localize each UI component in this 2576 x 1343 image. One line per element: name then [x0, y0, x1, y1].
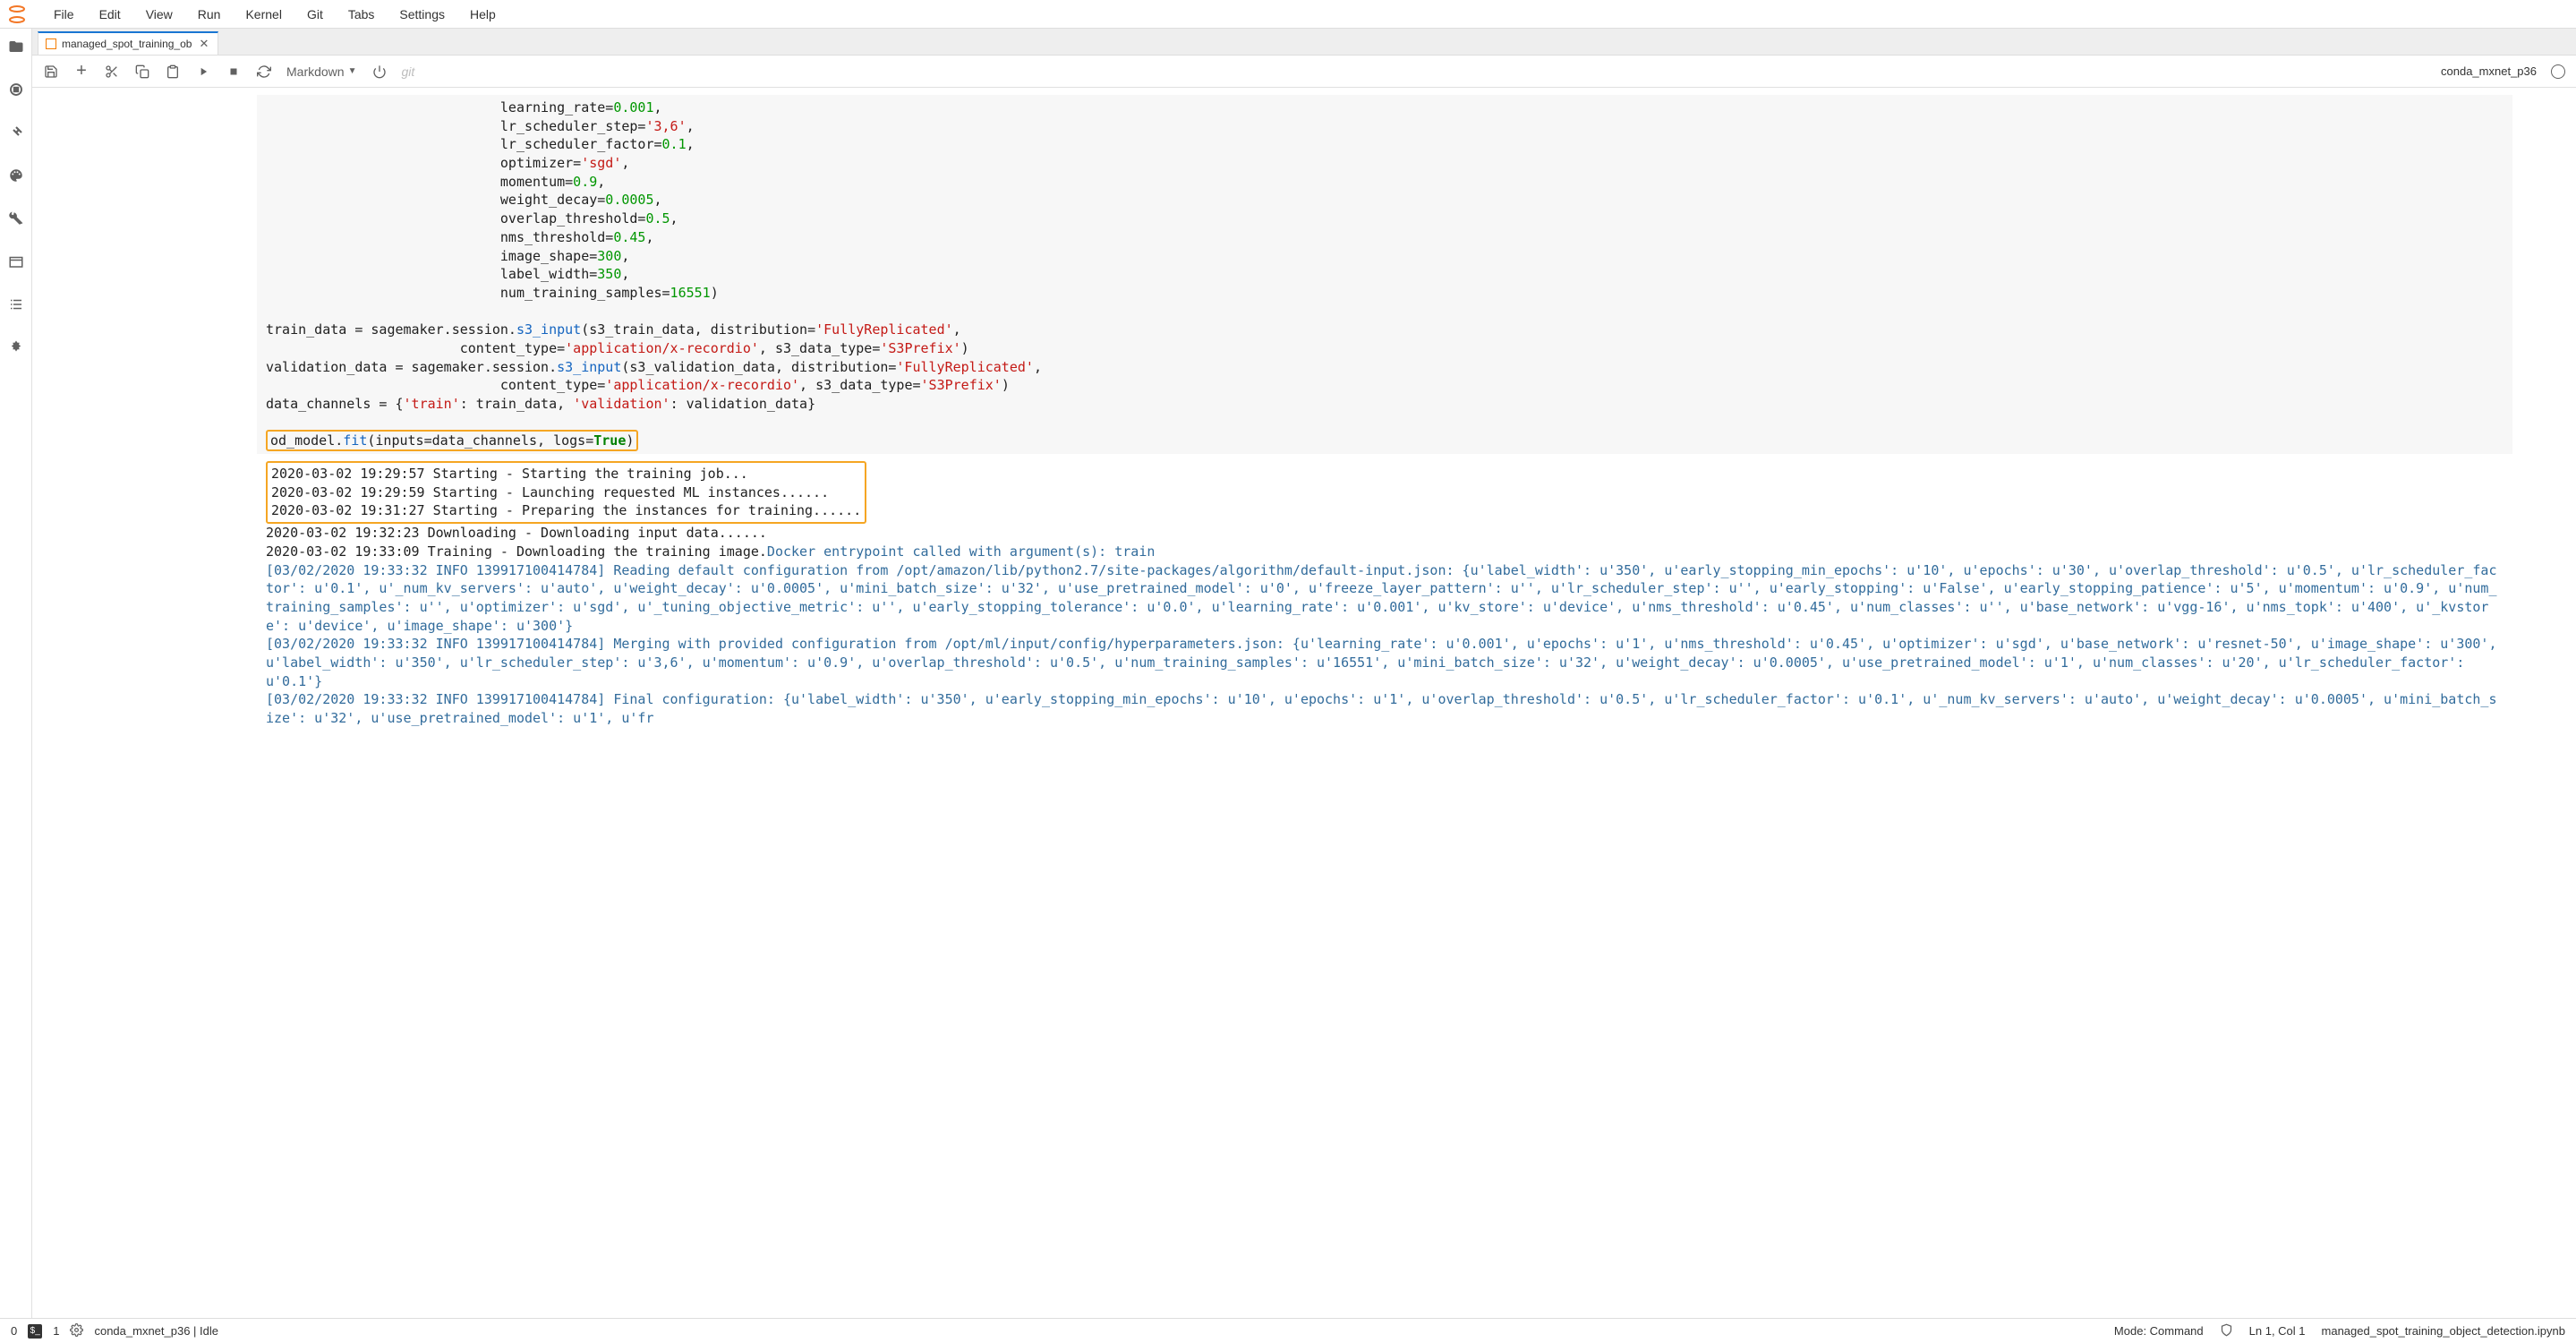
status-one: 1: [53, 1324, 59, 1338]
menu-file[interactable]: File: [41, 2, 87, 27]
tab-title: managed_spot_training_ob: [62, 38, 192, 50]
kernel-status-icon[interactable]: [2551, 64, 2565, 79]
menu-git[interactable]: Git: [294, 2, 336, 27]
menubar: File Edit View Run Kernel Git Tabs Setti…: [0, 0, 2576, 29]
menu-settings[interactable]: Settings: [387, 2, 457, 27]
folder-icon[interactable]: [7, 38, 25, 56]
notebook-doc-icon: [46, 38, 56, 49]
palette-icon[interactable]: [7, 167, 25, 184]
tabbar: managed_spot_training_ob ✕: [32, 29, 2576, 56]
menu-kernel[interactable]: Kernel: [233, 2, 294, 27]
cut-icon[interactable]: [104, 64, 120, 80]
stop-icon[interactable]: [226, 64, 242, 80]
cell-output: 2020-03-02 19:29:57 Starting - Starting …: [257, 459, 2512, 730]
cell-type-label: Markdown: [286, 64, 345, 79]
git-label[interactable]: git: [402, 64, 415, 79]
tabs-icon[interactable]: [7, 252, 25, 270]
statusbar: 0 $_ 1 conda_mxnet_p36 | Idle Mode: Comm…: [0, 1318, 2576, 1343]
extension-icon[interactable]: [7, 338, 25, 356]
save-icon[interactable]: [43, 64, 59, 80]
status-zero: 0: [11, 1324, 17, 1338]
tab-notebook[interactable]: managed_spot_training_ob ✕: [38, 31, 218, 55]
power-icon[interactable]: [371, 64, 388, 80]
status-cursor: Ln 1, Col 1: [2249, 1324, 2306, 1338]
status-filename: managed_spot_training_object_detection.i…: [2322, 1324, 2565, 1338]
left-sidebar: [0, 29, 32, 1318]
close-icon[interactable]: ✕: [197, 37, 210, 51]
status-kernel[interactable]: conda_mxnet_p36 | Idle: [94, 1324, 218, 1338]
add-cell-icon[interactable]: +: [73, 64, 90, 80]
restart-icon[interactable]: [256, 64, 272, 80]
gear-icon[interactable]: [70, 1323, 83, 1339]
notebook-content[interactable]: learning_rate=0.001, lr_scheduler_step='…: [32, 88, 2576, 1318]
build-icon[interactable]: [7, 210, 25, 227]
running-icon[interactable]: [7, 81, 25, 98]
run-icon[interactable]: [195, 64, 211, 80]
git-icon[interactable]: [7, 124, 25, 141]
shield-icon[interactable]: [2220, 1323, 2233, 1339]
notebook-toolbar: + Markdown ▼ git conda_mxnet_p36: [32, 56, 2576, 88]
copy-icon[interactable]: [134, 64, 150, 80]
kernel-name[interactable]: conda_mxnet_p36: [2441, 64, 2537, 78]
menu-edit[interactable]: Edit: [87, 2, 133, 27]
chevron-down-icon: ▼: [348, 66, 357, 76]
terminal-icon[interactable]: $_: [28, 1324, 42, 1339]
paste-icon[interactable]: [165, 64, 181, 80]
cell-type-select[interactable]: Markdown ▼: [286, 64, 357, 79]
toc-icon[interactable]: [7, 295, 25, 313]
status-mode: Mode: Command: [2114, 1324, 2204, 1338]
menu-run[interactable]: Run: [185, 2, 234, 27]
menu-help[interactable]: Help: [457, 2, 508, 27]
code-cell[interactable]: learning_rate=0.001, lr_scheduler_step='…: [257, 95, 2512, 454]
jupyter-logo-icon: [7, 4, 27, 24]
menu-view[interactable]: View: [133, 2, 185, 27]
menu-tabs[interactable]: Tabs: [336, 2, 388, 27]
